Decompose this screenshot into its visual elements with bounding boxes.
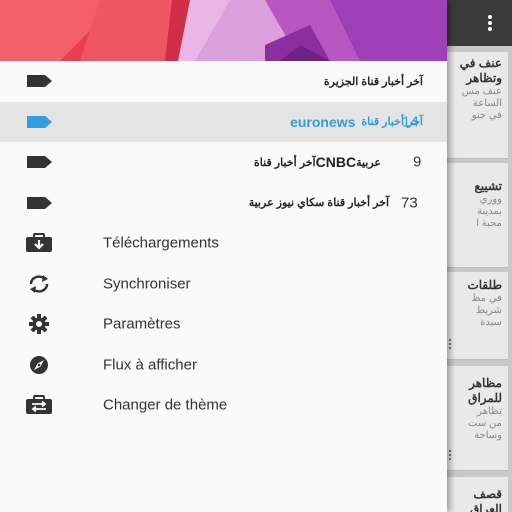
menu-item-label: Flux à afficher [103, 356, 197, 374]
news-card-title: طلقات [467, 278, 502, 292]
unread-count: 73 [401, 194, 418, 212]
feed-name-latin: euronews [290, 113, 356, 130]
news-card-text: بمدينة [477, 206, 502, 217]
news-card-text: وساحة [474, 430, 502, 441]
news-card-text: شريط [475, 305, 502, 316]
feed-item-skynews[interactable]: آخر أخبار قناة سكاي نيوز عربية 73 [0, 183, 447, 224]
news-card-text: ووري [479, 194, 502, 205]
overflow-menu-icon[interactable] [488, 15, 492, 31]
menu-item-settings[interactable]: Paramètres [0, 304, 447, 345]
menu-item-feeds-to-show[interactable]: Flux à afficher [0, 345, 447, 386]
news-card-text: من ست [468, 418, 502, 429]
menu-item-label: Téléchargements [103, 234, 219, 252]
news-card[interactable]: مظاهر للمراق تظاهر من ست وساحة [447, 366, 508, 471]
feed-list: آخر أخبار قناة الجزيرة آخر أخبار قناة eu… [0, 61, 447, 223]
label-icon [24, 71, 54, 91]
label-icon [24, 152, 54, 172]
news-card-text: تظاهر [477, 406, 502, 417]
unread-count: 14 [402, 113, 419, 131]
news-card-title: تشييع [474, 179, 502, 193]
news-card-text: عنف مس [461, 86, 502, 97]
compass-icon [24, 355, 54, 375]
news-card-title: قصف [473, 487, 502, 501]
news-card-title-line: العراق [469, 502, 502, 512]
news-card-text: سيدة [480, 317, 502, 328]
news-card-text: في جنو [471, 110, 502, 121]
feed-item-aljazeera[interactable]: آخر أخبار قناة الجزيرة [0, 61, 447, 102]
news-card[interactable]: طلقات في مظ شريط سيدة [447, 272, 508, 360]
news-card-title-line: وتظاهر [466, 71, 502, 85]
news-card-text: محبة ا [476, 218, 502, 229]
feed-name: عربية [356, 156, 381, 169]
news-card[interactable]: عنف في وتظاهر عنف مس الساعة في جنو [447, 52, 508, 159]
menu-item-downloads[interactable]: Téléchargements [0, 223, 447, 264]
drawer-header-image [0, 0, 447, 61]
downloads-icon [24, 233, 54, 253]
feed-name: آخر أخبار قناة سكاي نيوز عربية [248, 197, 389, 210]
feed-name-latin: CNBC [315, 154, 357, 171]
news-card-title-line: للمراق [468, 391, 502, 405]
feed-name: آخر أخبار قناة الجزيرة [323, 75, 423, 88]
feed-item-cnbc[interactable]: عربية CNBC آخر أخبار قناة 9 [0, 142, 447, 183]
news-card-title: مظاهر [469, 376, 502, 390]
menu-item-change-theme[interactable]: Changer de thème [0, 385, 447, 426]
menu-item-label: Paramètres [103, 315, 181, 333]
sync-icon [24, 274, 54, 294]
news-card-text: الساعة [472, 98, 502, 109]
feed-item-euronews[interactable]: آخر أخبار قناة euronews 14 [0, 101, 447, 142]
menu-item-sync[interactable]: Synchroniser [0, 264, 447, 305]
news-card-text: في مظ [471, 293, 502, 304]
news-card-title: عنف في [459, 56, 502, 70]
menu-item-label: Synchroniser [103, 275, 191, 293]
navigation-drawer: آخر أخبار قناة الجزيرة آخر أخبار قناة eu… [0, 0, 447, 512]
label-icon [24, 112, 54, 132]
theme-switch-icon [24, 395, 54, 415]
material-header-graphic [0, 0, 447, 61]
news-card[interactable]: قصف العراق [447, 477, 508, 512]
card-menu-icon[interactable] [449, 450, 451, 460]
menu-item-label: Changer de thème [103, 396, 228, 414]
card-menu-icon[interactable] [449, 339, 451, 349]
news-card[interactable]: تشييع ووري بمدينة محبة ا [447, 163, 508, 268]
settings-gear-icon [24, 314, 54, 335]
feed-name-suffix: آخر أخبار قناة [254, 156, 316, 169]
label-icon [24, 193, 54, 213]
actions-list: Téléchargements Synchroniser Paramètres … [0, 223, 447, 426]
unread-count: 9 [413, 153, 422, 171]
